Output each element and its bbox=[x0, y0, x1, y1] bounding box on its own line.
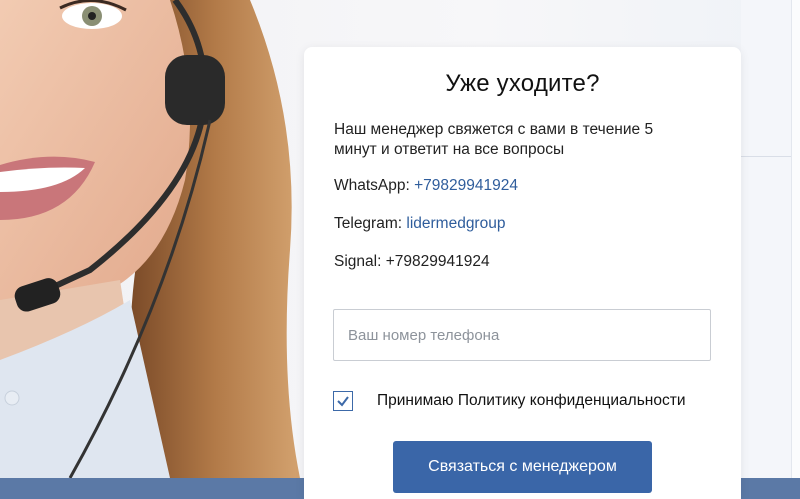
checkmark-icon bbox=[337, 396, 349, 407]
consent-checkbox[interactable] bbox=[333, 391, 353, 411]
telegram-link[interactable]: lidermedgroup bbox=[406, 215, 505, 232]
contact-signal: Signal: +79829941924 bbox=[334, 253, 490, 271]
contact-whatsapp: WhatsApp: +79829941924 bbox=[334, 177, 518, 195]
contact-label: WhatsApp: bbox=[334, 177, 410, 194]
whatsapp-link[interactable]: +79829941924 bbox=[414, 177, 518, 194]
phone-input[interactable] bbox=[333, 309, 711, 361]
background-page-edge: de bbox=[741, 0, 800, 478]
contact-label: Telegram: bbox=[334, 215, 403, 232]
modal-title: Уже уходите? bbox=[445, 70, 600, 97]
exit-intent-modal: Уже уходите? Наш менеджер свяжется с вам… bbox=[304, 47, 741, 499]
contact-telegram: Telegram: lidermedgroup bbox=[334, 215, 505, 233]
modal-description: Наш менеджер свяжется с вами в течение 5… bbox=[334, 121, 654, 158]
contact-manager-button[interactable]: Связаться с менеджером bbox=[393, 441, 652, 493]
contact-label: Signal: bbox=[334, 253, 382, 270]
consent-label[interactable]: Принимаю Политику конфиденциальности bbox=[377, 392, 685, 410]
signal-number: +79829941924 bbox=[385, 253, 490, 270]
background-scroll-edge bbox=[791, 0, 800, 478]
